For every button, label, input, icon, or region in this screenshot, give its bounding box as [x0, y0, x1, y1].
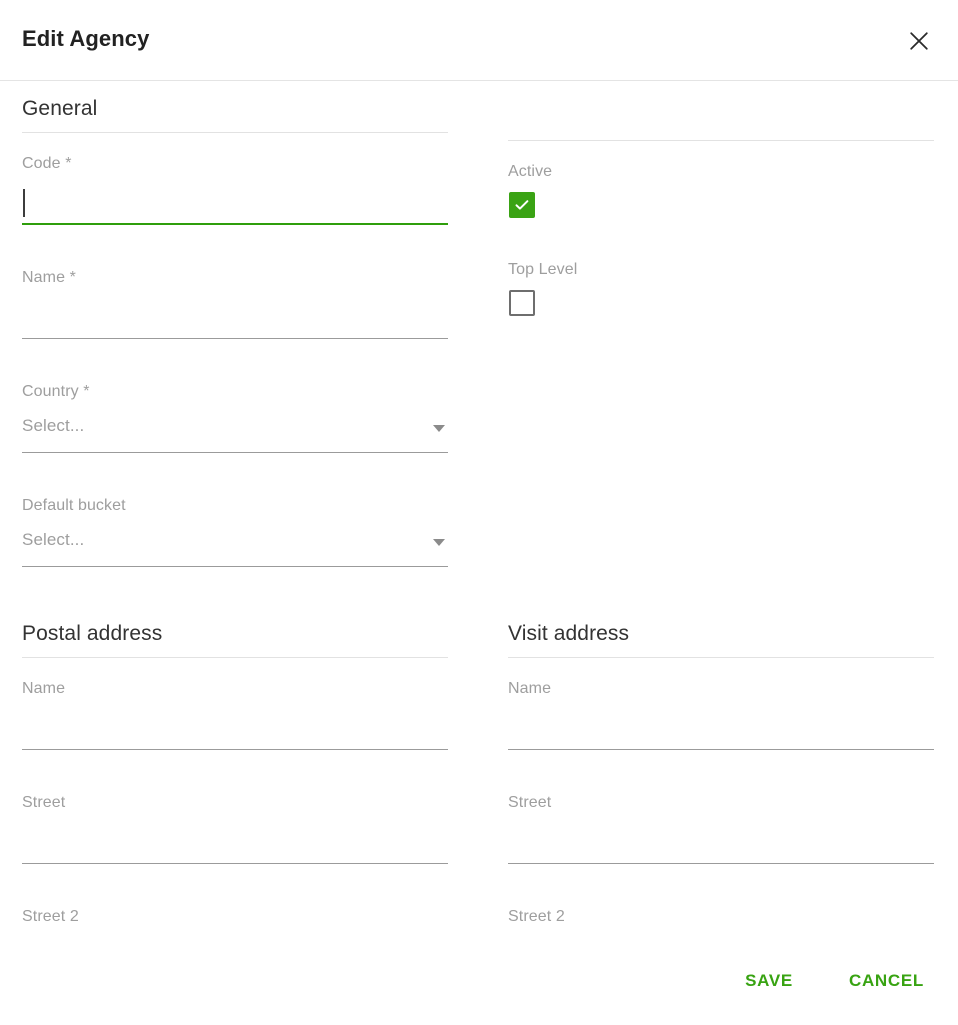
footer-actions: Save Cancel	[731, 961, 938, 1001]
country-select[interactable]: Select...	[22, 413, 448, 453]
postal-street2-input[interactable]	[22, 938, 448, 947]
visit-street-input[interactable]	[508, 824, 934, 864]
field-name: Name *	[22, 247, 448, 361]
field-visit-name: Name	[508, 658, 934, 772]
page-title: Edit Agency	[22, 26, 150, 51]
edit-agency-dialog: Edit Agency General Code * Name * Countr…	[0, 0, 958, 1025]
field-label-postal-street: Street	[22, 794, 66, 811]
default-bucket-select[interactable]: Select...	[22, 527, 448, 567]
field-label-country: Country *	[22, 383, 90, 400]
field-top-level: Top Level	[508, 239, 934, 337]
country-select-value: Select...	[22, 416, 85, 435]
default-bucket-select-value: Select...	[22, 530, 85, 549]
section-heading-visit-address: Visit address	[508, 622, 630, 645]
chevron-down-icon	[433, 539, 445, 546]
field-label-visit-name: Name	[508, 680, 552, 697]
postal-street-input[interactable]	[22, 824, 448, 864]
field-visit-street2: Street 2	[508, 886, 934, 947]
dialog-body: General Code * Name * Country * Select..…	[0, 81, 958, 947]
top-level-checkbox[interactable]	[509, 290, 535, 316]
dialog-header: Edit Agency	[0, 0, 958, 81]
field-code: Code *	[22, 133, 448, 247]
close-icon	[908, 30, 930, 52]
field-label-postal-name: Name	[22, 680, 66, 697]
field-country: Country * Select...	[22, 361, 448, 475]
general-column-left: General Code * Name * Country * Select..…	[22, 97, 448, 589]
visit-name-input[interactable]	[508, 710, 934, 750]
save-button[interactable]: Save	[731, 961, 807, 1001]
field-postal-street: Street	[22, 772, 448, 886]
field-visit-street: Street	[508, 772, 934, 886]
field-label-name: Name *	[22, 269, 76, 286]
field-label-visit-street2: Street 2	[508, 908, 565, 925]
field-label-active: Active	[508, 163, 553, 180]
visit-address-section: Visit address Name Street Street 2	[508, 622, 934, 947]
field-label-visit-street: Street	[508, 794, 552, 811]
postal-address-section: Postal address Name Street Street 2	[22, 622, 448, 947]
field-default-bucket: Default bucket Select...	[22, 475, 448, 589]
field-active: Active	[508, 141, 934, 239]
visit-street2-input[interactable]	[508, 938, 934, 947]
name-input[interactable]	[22, 299, 448, 339]
active-checkbox[interactable]	[509, 192, 535, 218]
postal-name-input[interactable]	[22, 710, 448, 750]
close-button[interactable]	[898, 20, 940, 62]
cancel-button[interactable]: Cancel	[835, 961, 938, 1001]
dialog-footer: Save Cancel	[0, 947, 958, 1025]
code-input[interactable]	[22, 185, 448, 225]
field-postal-street2: Street 2	[22, 886, 448, 947]
section-heading-postal-address: Postal address	[22, 622, 163, 645]
field-postal-name: Name	[22, 658, 448, 772]
general-column-right: Active Top Level	[508, 97, 934, 337]
field-label-postal-street2: Street 2	[22, 908, 79, 925]
field-label-top-level: Top Level	[508, 261, 578, 278]
field-label-code: Code *	[22, 155, 72, 172]
chevron-down-icon	[433, 425, 445, 432]
field-label-default-bucket: Default bucket	[22, 497, 126, 514]
section-heading-general: General	[22, 97, 98, 120]
